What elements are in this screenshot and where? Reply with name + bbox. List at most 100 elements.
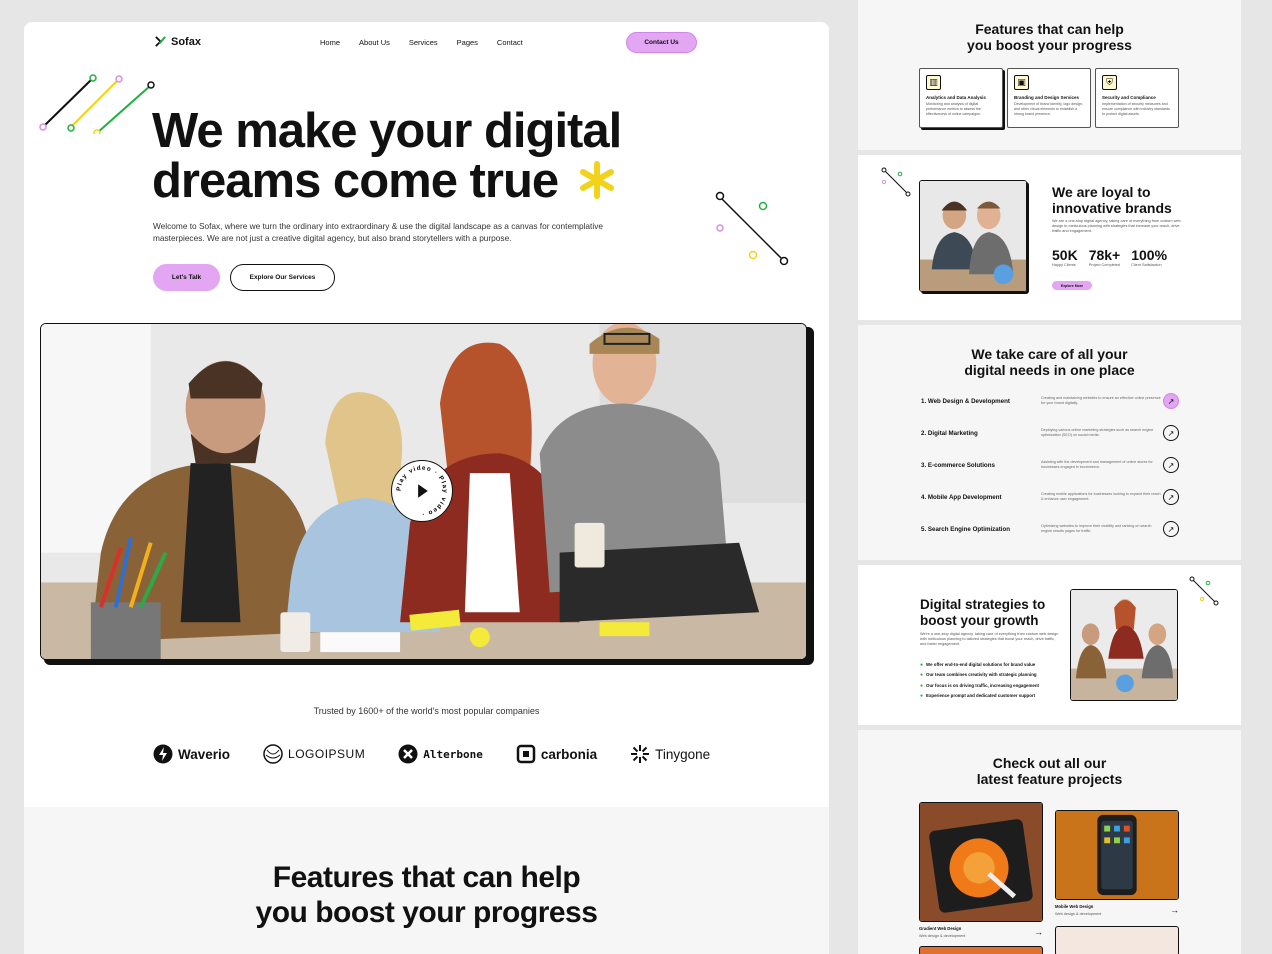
strategy-checklist: We offer end-to-end digital solutions fo… <box>920 660 1039 701</box>
project-title[interactable]: Gradient Web Design <box>919 926 961 931</box>
feature-card-title: Analytics and Data Analysis <box>926 95 986 100</box>
chart-icon: ▥ <box>926 75 941 90</box>
loyal-title: We are loyal to innovative brands <box>1052 184 1172 216</box>
arrow-up-right-icon[interactable]: ↗ <box>1163 393 1179 409</box>
loyal-photo-illustration <box>920 181 1026 291</box>
explore-more-button[interactable]: Explore More <box>1052 281 1092 290</box>
strategies-title: Digital strategies to boost your growth <box>920 597 1045 629</box>
explore-services-button[interactable]: Explore Our Services <box>230 264 335 291</box>
brand-name-tinygone: Tinygone <box>655 746 711 762</box>
service-name: 5. Search Engine Optimization <box>921 525 1011 533</box>
project-title[interactable]: Mobile Web Design <box>1055 904 1093 909</box>
nav-link-home[interactable]: Home <box>320 38 340 47</box>
check-item: Our team combines creativity with strate… <box>920 670 1039 680</box>
nav-link-services[interactable]: Services <box>409 38 438 47</box>
burst-icon <box>631 745 650 763</box>
strategies-description: We're a one-stop digital agency, taking … <box>920 632 1059 646</box>
brand-logoipsum: LOGOIPSUM <box>263 744 365 764</box>
brand-waverio: Waverio <box>153 744 230 764</box>
brand-logo[interactable]: Sofax <box>154 35 201 48</box>
hero-title-line-1: We make your digital <box>152 104 622 158</box>
services-heading: We take care of all your digital needs i… <box>858 346 1241 378</box>
brand-tinygone: Tinygone <box>630 744 710 764</box>
service-row[interactable]: 2. Digital Marketing Deploying various o… <box>921 424 1179 442</box>
service-row[interactable]: 5. Search Engine Optimization Optimizing… <box>921 520 1179 538</box>
features-title-line-1: Features that can help <box>272 861 581 894</box>
nav-link-pages[interactable]: Pages <box>457 38 478 47</box>
stat-value: 50K <box>1052 247 1078 263</box>
brand-logos: Waverio LOGOIPSUM Alterbone carbonia Tin… <box>153 744 710 764</box>
arrow-up-right-icon[interactable]: ↗ <box>1163 425 1179 441</box>
project-image-next[interactable] <box>919 946 1043 954</box>
features-heading-line-2: you boost your progress <box>967 37 1132 53</box>
nav-links: Home About Us Services Pages Contact <box>320 38 523 47</box>
service-name: 3. E-commerce Solutions <box>921 461 995 469</box>
nav-link-about[interactable]: About Us <box>359 38 390 47</box>
strategies-photo <box>1070 589 1178 701</box>
play-video-button[interactable]: Play video · Play video · <box>391 460 453 522</box>
loyal-section <box>858 155 1241 320</box>
service-desc: Creating mobile applications for busines… <box>1041 492 1161 501</box>
feature-card-branding[interactable]: ▣ Branding and Design Services Developme… <box>1007 68 1091 128</box>
service-row[interactable]: 1. Web Design & Development Creating and… <box>921 392 1179 410</box>
brand-alterbone: Alterbone <box>398 744 483 764</box>
hero-description: Welcome to Sofax, where we turn the ordi… <box>153 221 603 243</box>
stat-label: Project Completed <box>1088 263 1120 267</box>
shield-icon: ⛨ <box>1102 75 1117 90</box>
stat-value: 78k+ <box>1088 247 1121 263</box>
stat-clients: 50K Happy Clients <box>1052 247 1078 267</box>
stat-value: 100% <box>1131 247 1168 263</box>
loyal-title-line-1: We are loyal to <box>1052 184 1151 200</box>
feature-card-desc: Monitoring and analysis of digital perfo… <box>926 102 981 116</box>
service-name: 2. Digital Marketing <box>921 429 978 437</box>
service-name: 1. Web Design & Development <box>921 397 1010 405</box>
project-image-next-2[interactable] <box>1055 926 1179 954</box>
landing-page: Sofax Home About Us Services Pages Conta… <box>24 22 829 954</box>
service-row[interactable]: 3. E-commerce Solutions Assisting with t… <box>921 456 1179 474</box>
projects-heading: Check out all our latest feature project… <box>858 755 1241 787</box>
feature-card-title: Branding and Design Services <box>1014 95 1080 100</box>
brand-name-carbonia: carbonia <box>540 746 598 762</box>
project-image-gradient[interactable] <box>919 802 1043 922</box>
nav-link-contact[interactable]: Contact <box>497 38 523 47</box>
project-image-mobile[interactable] <box>1055 810 1179 900</box>
arrow-right-icon[interactable]: → <box>1170 905 1179 915</box>
features-heading: Features that can help you boost your pr… <box>858 21 1241 53</box>
top-navigation: Sofax Home About Us Services Pages Conta… <box>24 22 829 64</box>
projects-heading-line-1: Check out all our <box>992 755 1107 771</box>
check-item: Our focus is on driving traffic, increas… <box>920 681 1039 691</box>
brand-name-waverio: Waverio <box>178 746 231 762</box>
features-title-line-2: you boost your progress <box>255 896 598 929</box>
arrow-up-right-icon[interactable]: ↗ <box>1163 489 1179 505</box>
hero-title-line-2: dreams come true <box>152 156 712 206</box>
brand-name-logoipsum: LOGOIPSUM <box>288 747 366 761</box>
projects-heading-line-2: latest feature projects <box>976 771 1123 787</box>
loyal-photo <box>919 180 1027 292</box>
stats-row: 50K Happy Clients 78k+ Project Completed 1… <box>1052 247 1167 267</box>
stat-label: Happy Clients <box>1052 263 1076 267</box>
feature-card-title: Security and Compliance <box>1102 95 1156 100</box>
play-icon: Play video · Play video · <box>396 465 448 518</box>
contact-us-button[interactable]: Contact Us <box>626 32 697 53</box>
service-row[interactable]: 4. Mobile App Development Creating mobil… <box>921 488 1179 506</box>
tablet-illustration <box>920 803 1042 921</box>
arrow-up-right-icon[interactable]: ↗ <box>1163 457 1179 473</box>
check-item: Experience prompt and dedicated customer… <box>920 691 1039 701</box>
stat-satisfaction: 100% Client Satisfaction <box>1131 247 1167 267</box>
arrow-up-right-icon[interactable]: ↗ <box>1163 521 1179 537</box>
strategies-title-line-1: Digital strategies to <box>920 597 1046 612</box>
service-name: 4. Mobile App Development <box>921 493 1002 501</box>
page-preview-column: Features that can help you boost your pr… <box>858 0 1241 954</box>
decorative-line-right <box>715 191 789 266</box>
lets-talk-button[interactable]: Let's Talk <box>153 264 220 291</box>
feature-card-analytics[interactable]: ▥ Analytics and Data Analysis Monitoring… <box>919 68 1003 128</box>
feature-card-security[interactable]: ⛨ Security and Compliance Implementation… <box>1095 68 1179 128</box>
decorative-lines <box>39 74 155 134</box>
arrow-right-icon[interactable]: → <box>1034 927 1043 937</box>
hero-title-line-2-text: dreams come true <box>152 154 559 208</box>
features-heading-line-1: Features that can help <box>975 21 1124 37</box>
service-desc: Creating and maintaining websites to ens… <box>1041 396 1161 405</box>
decorative-line-small <box>881 167 911 197</box>
features-title: Features that can help you boost your pr… <box>24 860 829 930</box>
strategies-title-line-2: boost your growth <box>920 613 1039 628</box>
